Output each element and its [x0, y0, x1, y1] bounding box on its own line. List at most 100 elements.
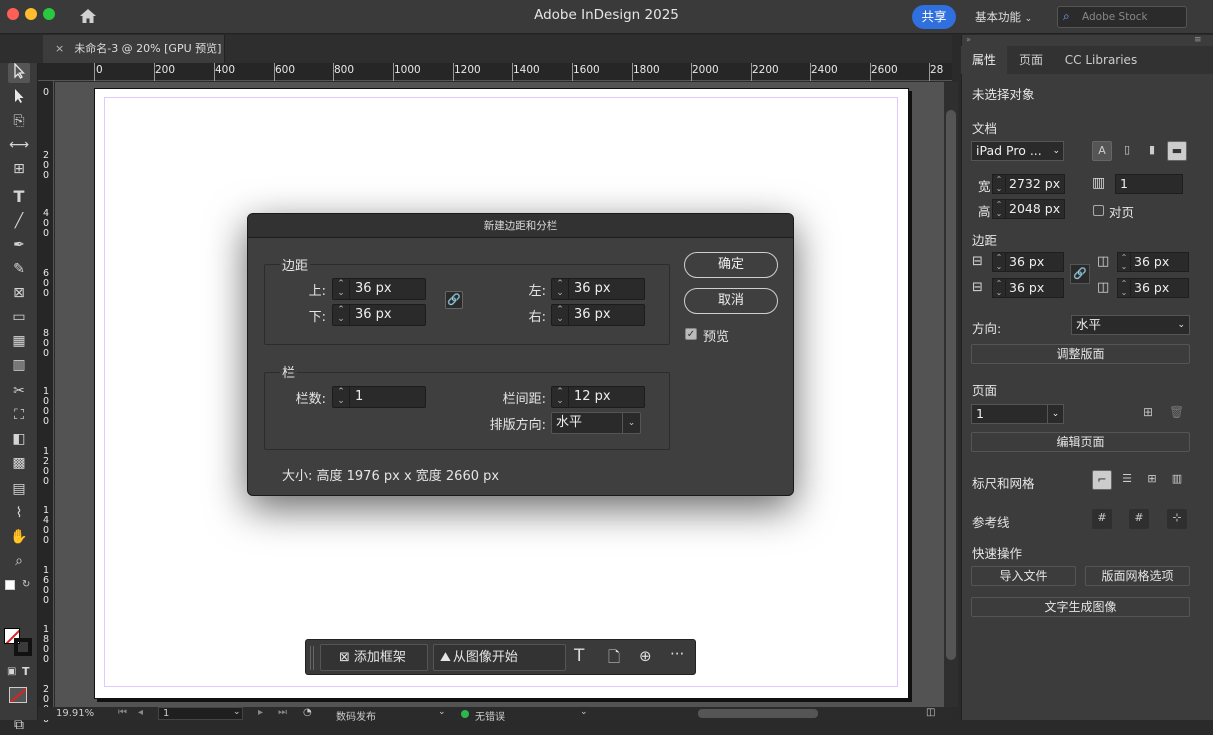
drag-handle-icon[interactable] [310, 646, 314, 670]
direct-selection-tool-icon[interactable] [8, 88, 30, 108]
smart-guides-icon[interactable]: ⊹ [1167, 509, 1187, 529]
line-tool-icon[interactable]: ╱ [8, 211, 30, 231]
add-page-icon[interactable]: ⊞ [1143, 405, 1153, 419]
chevron-down-icon[interactable]: ⌄ [233, 707, 241, 717]
vertical-ruler[interactable]: 0 2 0 0 4 0 0 6 0 0 8 0 0 1 0 0 0 1 2 0 … [38, 81, 54, 725]
stepper-icon[interactable]: ⌃ ⌄ [552, 387, 569, 407]
pencil-tool-icon[interactable]: ✎ [8, 259, 30, 279]
document-width-field[interactable]: ⌃ ⌄ 2732 px [992, 174, 1065, 194]
scissors-tool-icon[interactable]: ✂ [8, 381, 30, 401]
last-page-icon[interactable]: ⏭ [278, 707, 287, 718]
stepper-icon[interactable]: ⌃ ⌄ [993, 200, 1006, 218]
pen-tool-icon[interactable]: ✒ [8, 235, 30, 255]
right-margin-field[interactable]: ⌃ ⌄ 36 px [551, 304, 645, 326]
panel-right-margin-field[interactable]: ⌃ ⌄ 36 px [1117, 278, 1189, 298]
stock-search-input[interactable]: ⌕ Adobe Stock [1057, 6, 1187, 28]
stepper-icon[interactable]: ⌃ ⌄ [993, 279, 1006, 297]
text-to-image-button[interactable]: 文字生成图像 [971, 597, 1190, 617]
formatting-text-icon[interactable]: T [22, 665, 30, 678]
panel-bottom-margin-field[interactable]: ⌃ ⌄ 36 px [992, 278, 1064, 298]
rectangle-frame-tool-icon[interactable]: ⊠ [8, 283, 30, 303]
stepper-icon[interactable]: ⌃ ⌄ [1118, 279, 1131, 297]
rectangle-tool-icon[interactable]: ▭ [8, 307, 30, 327]
baseline-grid-icon[interactable]: ☰ [1117, 470, 1137, 490]
prev-page-icon[interactable]: ◂ [138, 707, 143, 718]
rulers-icon[interactable]: ⌐ [1092, 470, 1112, 490]
document-height-field[interactable]: ⌃ ⌄ 2048 px [992, 199, 1065, 219]
page-number-field[interactable]: 1 [158, 707, 243, 720]
workspace-switcher[interactable]: 基本功能 ⌄ [975, 9, 1032, 25]
edit-page-button[interactable]: 编辑页面 [971, 432, 1190, 452]
scrollbar-thumb[interactable] [946, 110, 956, 660]
tab-pages[interactable]: 页面 [1007, 46, 1055, 74]
adjust-layout-button[interactable]: 调整版面 [971, 344, 1190, 364]
apply-none-icon[interactable] [9, 687, 27, 703]
swap-colors-icon[interactable]: ↻ [22, 579, 30, 590]
content-collector-icon[interactable]: ⊞ [8, 159, 30, 179]
orientation-portrait-icon[interactable]: ▮ [1142, 141, 1162, 161]
lock-guides-icon[interactable]: # [1129, 509, 1149, 529]
close-tab-icon[interactable]: × [55, 42, 64, 55]
stepper-icon[interactable]: ⌃ ⌄ [333, 279, 350, 299]
stepper-icon[interactable]: ⌃ ⌄ [552, 305, 569, 325]
show-guides-icon[interactable]: # [1092, 509, 1112, 529]
document-intent-icon[interactable]: ▯ [1117, 141, 1137, 161]
stepper-icon[interactable]: ⌃ ⌄ [333, 387, 350, 407]
split-view-icon[interactable]: ◫ [926, 707, 935, 718]
stepper-icon[interactable]: ⌃ ⌄ [333, 305, 350, 325]
free-transform-tool-icon[interactable]: ⛶ [8, 405, 30, 425]
stepper-icon[interactable]: ⌃ ⌄ [1118, 253, 1131, 271]
zoom-tool-icon[interactable]: ⌕ [8, 551, 30, 571]
top-margin-field[interactable]: ⌃ ⌄ 36 px [332, 278, 426, 300]
formatting-container-icon[interactable]: ▣ [7, 666, 16, 677]
zoom-level[interactable]: 19.91% [56, 708, 94, 719]
bottom-margin-field[interactable]: ⌃ ⌄ 36 px [332, 304, 426, 326]
direction-select[interactable]: 水平 ⌄ [551, 412, 641, 434]
first-page-icon[interactable]: ⏮ [118, 707, 127, 718]
table-tool-icon[interactable]: ▦ [8, 331, 30, 351]
gradient-feather-tool-icon[interactable]: ▩ [8, 453, 30, 473]
add-frame-button[interactable]: ⊠ 添加框架 [320, 644, 428, 671]
orientation-landscape-icon[interactable]: ▬ [1167, 141, 1187, 161]
collapse-icon[interactable]: » [966, 35, 971, 44]
chevron-down-icon[interactable]: ⌄ [580, 707, 588, 717]
next-page-icon[interactable]: ▸ [258, 707, 263, 718]
document-grid-icon[interactable]: ⊞ [1142, 470, 1162, 490]
portrait-intent-icon[interactable]: A [1092, 141, 1112, 161]
document-profile[interactable]: 数码发布 [336, 708, 376, 723]
stepper-icon[interactable]: ⌃ ⌄ [552, 279, 569, 299]
type-tool-icon[interactable]: T [8, 187, 30, 207]
preflight-status[interactable]: 无错误 [475, 708, 505, 723]
text-icon[interactable]: T [574, 646, 584, 666]
tab-properties[interactable]: 属性 [961, 46, 1007, 74]
pages-count-field[interactable]: 1 [1115, 174, 1183, 194]
page-tool-icon[interactable]: ⎘ [8, 111, 30, 131]
gutter-field[interactable]: ⌃ ⌄ 12 px [551, 386, 645, 408]
cancel-button[interactable]: 取消 [684, 288, 778, 314]
horizontal-scrollbar-thumb[interactable] [698, 709, 818, 718]
eyedropper-tool-icon[interactable]: ⌇ [8, 503, 30, 523]
screen-mode-icon[interactable]: ⧉ [8, 715, 30, 735]
tab-cc-libraries[interactable]: CC Libraries [1055, 46, 1147, 74]
share-button[interactable]: 共享 [912, 5, 956, 29]
document-preset-select[interactable]: iPad Pro ... ⌄ [971, 141, 1064, 161]
gradient-tool-icon[interactable]: ◧ [8, 429, 30, 449]
stroke-swatch[interactable] [14, 638, 32, 656]
selection-tool-icon[interactable] [8, 62, 30, 83]
column-count-field[interactable]: ⌃ ⌄ 1 [332, 386, 426, 408]
link-margins-icon[interactable]: 🔗 [1070, 264, 1090, 284]
document-tab[interactable]: × 未命名-3 @ 20% [GPU 预览] [43, 35, 225, 63]
grid-tool-icon[interactable]: ▥ [8, 355, 30, 375]
add-page-icon[interactable]: ⊕ [639, 647, 652, 665]
panel-menu-icon[interactable]: ≡ [1194, 35, 1202, 45]
page-select[interactable]: 1 ⌄ [971, 404, 1064, 424]
start-from-image-button[interactable]: ⛰ 从图像开始 [433, 644, 566, 671]
orientation-select[interactable]: 水平 ⌄ [1071, 315, 1190, 335]
more-options-icon[interactable]: ··· [670, 645, 684, 663]
facing-pages-checkbox[interactable] [1093, 205, 1104, 216]
layout-grid-icon[interactable]: ▥ [1167, 470, 1187, 490]
ok-button[interactable]: 确定 [684, 252, 778, 278]
stepper-icon[interactable]: ⌃ ⌄ [993, 253, 1006, 271]
panel-top-margin-field[interactable]: ⌃ ⌄ 36 px [992, 252, 1064, 272]
panel-left-margin-field[interactable]: ⌃ ⌄ 36 px [1117, 252, 1189, 272]
